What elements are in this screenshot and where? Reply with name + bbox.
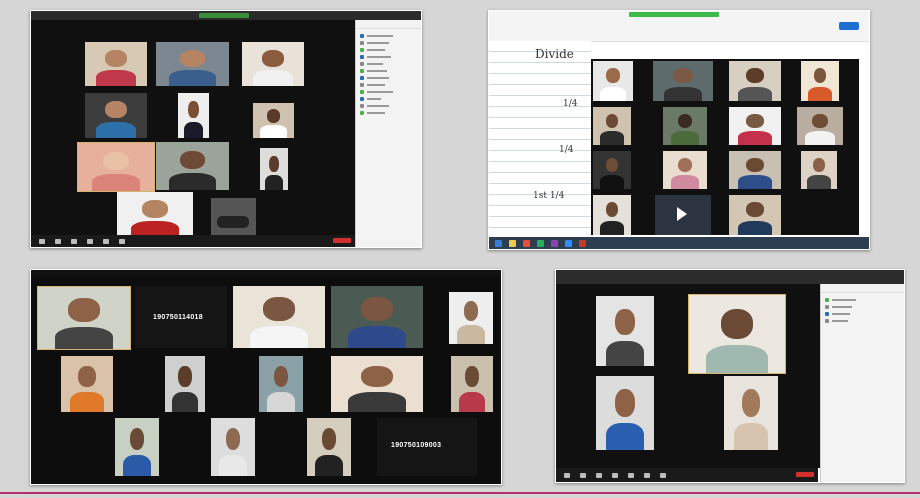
- record-icon[interactable]: [644, 472, 650, 478]
- video-tile[interactable]: [801, 151, 837, 189]
- video-tile[interactable]: [596, 296, 654, 366]
- participants-panel: [820, 284, 904, 482]
- gallery-stage: 190750114018 190750109003: [31, 276, 501, 484]
- video-tile[interactable]: [331, 286, 423, 348]
- video-tile[interactable]: [593, 107, 631, 145]
- video-tile[interactable]: [242, 42, 304, 86]
- windows-taskbar: [489, 237, 869, 249]
- handwriting-fraction: 1/4: [563, 99, 578, 109]
- chat-icon[interactable]: [87, 238, 93, 244]
- handwriting-fraction: 1/4: [559, 145, 574, 155]
- participants-icon[interactable]: [71, 238, 77, 244]
- video-tile[interactable]: [724, 376, 778, 450]
- video-icon[interactable]: [580, 472, 586, 478]
- video-tile[interactable]: [233, 286, 325, 348]
- participant-id: 190750114018: [153, 314, 203, 321]
- zoom-title-bar: [556, 270, 904, 284]
- chat-icon[interactable]: [612, 472, 618, 478]
- share-icon[interactable]: [103, 238, 109, 244]
- video-tile[interactable]: [729, 195, 781, 235]
- pdf-icon[interactable]: [579, 239, 586, 247]
- reactions-icon[interactable]: [660, 472, 666, 478]
- zoom-window-bottom-right: [555, 269, 905, 483]
- video-tile-off[interactable]: 190750114018: [135, 286, 227, 348]
- video-tile[interactable]: [331, 356, 423, 412]
- app-icon[interactable]: [537, 239, 544, 247]
- video-tile[interactable]: [451, 356, 493, 412]
- video-tile[interactable]: [663, 151, 707, 189]
- video-tile-off[interactable]: 190750109003: [377, 418, 477, 476]
- share-icon[interactable]: [628, 472, 634, 478]
- video-tile[interactable]: [178, 93, 209, 138]
- video-tile[interactable]: [653, 61, 713, 101]
- video-tile[interactable]: [663, 107, 707, 145]
- share-button[interactable]: [839, 22, 859, 30]
- folder-icon[interactable]: [509, 239, 516, 247]
- onenote-icon[interactable]: [551, 239, 558, 247]
- gallery-stage: [31, 20, 355, 238]
- video-tile[interactable]: [211, 418, 255, 476]
- video-tile[interactable]: [85, 93, 147, 138]
- mute-icon[interactable]: [564, 472, 570, 478]
- video-tile[interactable]: [593, 151, 631, 189]
- video-tile[interactable]: [61, 356, 113, 412]
- gallery-stage: [591, 59, 859, 235]
- gallery-stage: [556, 284, 820, 468]
- video-tile[interactable]: [596, 376, 654, 450]
- browser-icon[interactable]: [523, 239, 530, 247]
- recording-indicator: [629, 12, 719, 17]
- video-tile[interactable]: [307, 418, 351, 476]
- participant-id: 190750109003: [391, 442, 442, 449]
- video-tile[interactable]: [729, 61, 781, 101]
- zoom-window-bottom-left: 190750114018 190750109003: [30, 269, 502, 485]
- video-tile-shared[interactable]: [655, 195, 711, 235]
- video-tile[interactable]: [115, 418, 159, 476]
- record-icon[interactable]: [119, 238, 125, 244]
- video-tile[interactable]: [85, 42, 147, 86]
- video-tile[interactable]: [259, 356, 303, 412]
- video-tile-active[interactable]: [77, 142, 155, 192]
- participants-panel: [355, 20, 421, 247]
- notebook-page: Divide 1/4 1/4 1st 1/4: [489, 41, 591, 237]
- video-tile[interactable]: [156, 142, 229, 190]
- video-tile[interactable]: [449, 292, 493, 344]
- recording-indicator: [199, 13, 249, 18]
- end-meeting-button[interactable]: [796, 472, 814, 477]
- zoom-toolbar: [31, 235, 355, 247]
- video-tile[interactable]: [156, 42, 229, 86]
- video-tile[interactable]: [593, 61, 633, 101]
- accent-rule: [0, 492, 920, 494]
- video-tile-active[interactable]: [37, 286, 131, 350]
- video-tile[interactable]: [117, 192, 193, 238]
- video-tile[interactable]: [165, 356, 205, 412]
- handwriting-divide: Divide: [535, 47, 574, 61]
- video-tile-active[interactable]: [688, 294, 786, 374]
- zoom-window-top-right: Divide 1/4 1/4 1st 1/4: [488, 10, 870, 250]
- notebook-ribbon: [489, 11, 869, 42]
- handwriting-first: 1st 1/4: [533, 191, 565, 201]
- video-tile[interactable]: [593, 195, 631, 235]
- zoom-window-top-left: [30, 10, 422, 248]
- video-tile[interactable]: [729, 107, 781, 145]
- end-meeting-button[interactable]: [333, 238, 351, 243]
- zoom-toolbar: [556, 468, 818, 482]
- video-tile[interactable]: [253, 103, 294, 138]
- video-tile[interactable]: [729, 151, 781, 189]
- video-tile[interactable]: [260, 148, 288, 190]
- video-tile[interactable]: [797, 107, 843, 145]
- video-icon[interactable]: [55, 238, 61, 244]
- video-tile[interactable]: [801, 61, 839, 101]
- video-tile-car[interactable]: [211, 198, 256, 238]
- zoom-title-bar: [31, 11, 421, 20]
- participants-icon[interactable]: [596, 472, 602, 478]
- mute-icon[interactable]: [39, 238, 45, 244]
- start-icon[interactable]: [495, 239, 502, 247]
- zoom-icon[interactable]: [565, 239, 572, 247]
